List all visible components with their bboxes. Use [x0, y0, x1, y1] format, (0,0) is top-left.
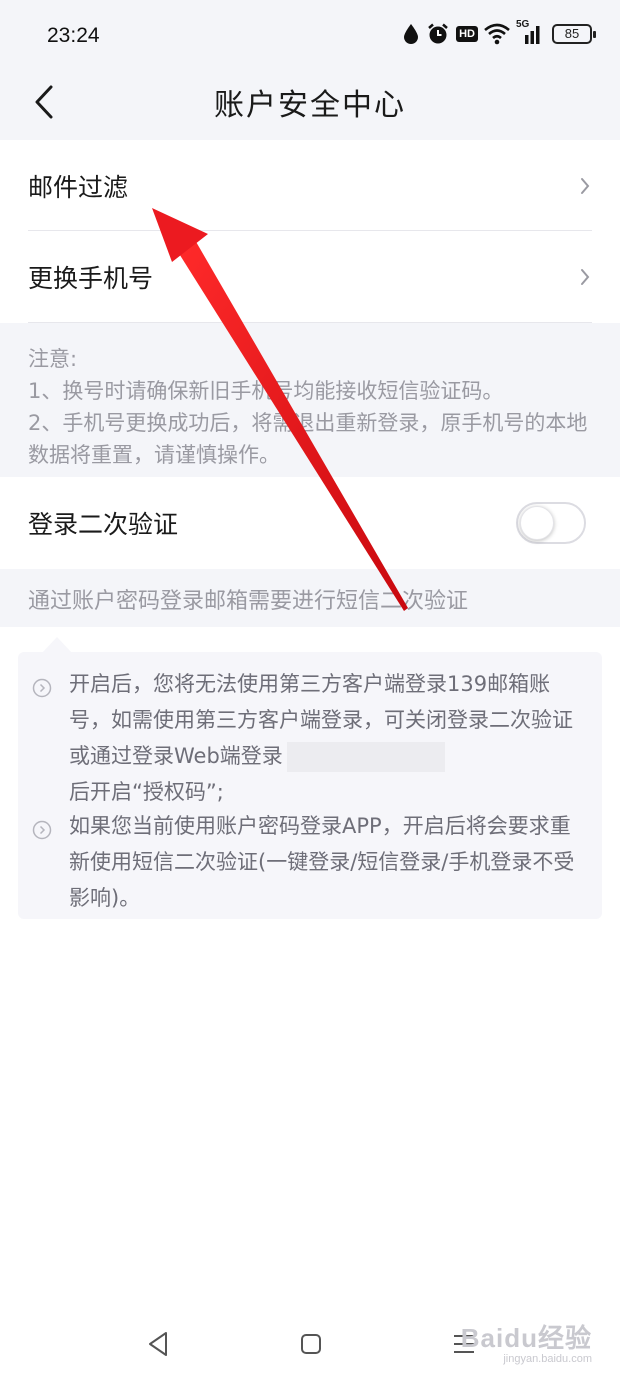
- wifi-icon: [484, 23, 510, 45]
- menu-item-label: 更换手机号: [28, 264, 154, 293]
- cellular-signal: 5G: [516, 19, 542, 45]
- menu-item-change-phone[interactable]: 更换手机号: [0, 231, 620, 323]
- notice-line-1: 1、换号时请确保新旧手机号均能接收短信验证码。: [28, 379, 504, 403]
- nav-home-icon[interactable]: [299, 1330, 323, 1358]
- signal-bars-icon: [525, 26, 540, 44]
- two-factor-row: 登录二次验证: [0, 477, 620, 569]
- baidu-watermark: Baidu经验 jingyan.baidu.com: [461, 1318, 592, 1365]
- tip-item-2: 如果您当前使用账户密码登录APP，开启后将会要求重新使用短信二次验证(一键登录/…: [32, 808, 588, 916]
- menu-item-mail-filter[interactable]: 邮件过滤: [0, 140, 620, 232]
- two-factor-description: 通过账户密码登录邮箱需要进行短信二次验证: [28, 589, 469, 614]
- status-time: 23:24: [47, 24, 100, 47]
- tip-text-1-tail: 后开启“授权码”;: [69, 780, 224, 804]
- tooltip-pointer: [42, 637, 72, 653]
- menu-item-label: 邮件过滤: [28, 173, 129, 202]
- watermark-main: Baidu经验: [460, 1323, 592, 1353]
- notice-line-2: 2、手机号更换成功后，将需退出重新登录，原手机号的本地数据将重置，请谨慎操作。: [28, 411, 588, 467]
- status-icons: HD 5G 85: [402, 19, 596, 46]
- chevron-right-icon: [581, 269, 590, 285]
- alarm-icon: [428, 23, 448, 44]
- status-bar: 23:24 HD 5G 85: [0, 0, 620, 76]
- circle-chevron-icon: [32, 678, 52, 698]
- chevron-right-icon: [581, 178, 590, 194]
- drop-icon: [404, 24, 419, 44]
- two-factor-toggle[interactable]: [516, 502, 586, 544]
- nav-bar: 账户安全中心: [0, 76, 620, 140]
- tip-text-2: 如果您当前使用账户密码登录APP，开启后将会要求重新使用短信二次验证(一键登录/…: [69, 814, 575, 910]
- toggle-knob: [520, 506, 554, 540]
- battery-indicator: 85: [552, 24, 596, 44]
- two-factor-info: 通过账户密码登录邮箱需要进行短信二次验证: [0, 569, 620, 627]
- hd-badge: HD: [456, 26, 478, 42]
- circle-chevron-icon: [32, 820, 52, 840]
- redacted-block: [286, 742, 445, 772]
- nav-back-icon[interactable]: [146, 1330, 170, 1358]
- tip-text-1: 开启后，您将无法使用第三方客户端登录139邮箱账号，如需使用第三方客户端登录，可…: [69, 666, 588, 810]
- notice-title: 注意:: [28, 347, 78, 371]
- tooltip-box: 开启后，您将无法使用第三方客户端登录139邮箱账号，如需使用第三方客户端登录，可…: [18, 652, 602, 919]
- two-factor-label: 登录二次验证: [28, 510, 179, 539]
- notice-section: 注意: 1、换号时请确保新旧手机号均能接收短信验证码。 2、手机号更换成功后，将…: [0, 323, 620, 477]
- tip-item-1: 开启后，您将无法使用第三方客户端登录139邮箱账号，如需使用第三方客户端登录，可…: [32, 666, 588, 810]
- page-title: 账户安全中心: [214, 88, 406, 123]
